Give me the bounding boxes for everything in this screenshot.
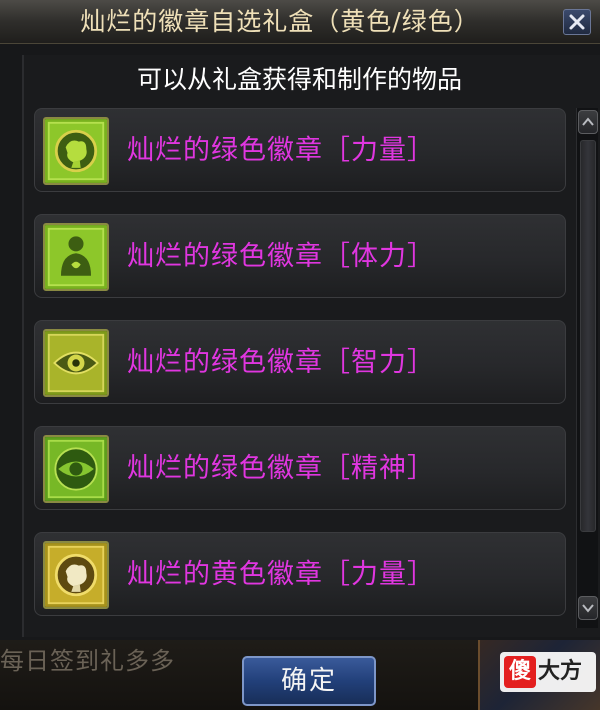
- close-button[interactable]: [563, 9, 591, 35]
- list-item[interactable]: 灿烂的黄色徽章［力量］: [34, 532, 566, 616]
- scroll-thumb[interactable]: [580, 140, 596, 532]
- window-titlebar[interactable]: 灿烂的徽章自选礼盒（黄色/绿色）: [0, 0, 600, 44]
- watermark-logo: 傻 大方: [500, 652, 596, 692]
- chevron-up-icon: [582, 117, 594, 126]
- scrollbar[interactable]: [576, 108, 598, 628]
- yellow-fist-icon: [43, 541, 109, 609]
- item-label: 灿烂的绿色徽章［智力］: [127, 347, 435, 378]
- list-item[interactable]: 灿烂的绿色徽章［精神］: [34, 426, 566, 510]
- background-signin-text: 每日签到礼多多: [0, 647, 175, 675]
- green-eye-icon: [43, 329, 109, 397]
- chevron-down-icon: [582, 604, 594, 613]
- green-fist-icon: [43, 117, 109, 185]
- item-label: 灿烂的黄色徽章［力量］: [127, 559, 435, 590]
- item-selection-window: 灿烂的徽章自选礼盒（黄色/绿色） 可以从礼盒获得和制作的物品 灿烂的绿色徽章［力…: [0, 0, 600, 640]
- watermark-text: 大方: [538, 659, 583, 684]
- scroll-down-button[interactable]: [578, 596, 598, 620]
- green-body-icon: [43, 223, 109, 291]
- list-item[interactable]: 灿烂的绿色徽章［体力］: [34, 214, 566, 298]
- list-item[interactable]: 灿烂的绿色徽章［力量］: [34, 108, 566, 192]
- window-title: 灿烂的徽章自选礼盒（黄色/绿色）: [80, 7, 480, 36]
- list-item[interactable]: 灿烂的绿色徽章［智力］: [34, 320, 566, 404]
- close-icon: [569, 14, 585, 30]
- item-label: 灿烂的绿色徽章［精神］: [127, 453, 435, 484]
- item-label: 灿烂的绿色徽章［力量］: [127, 135, 435, 166]
- watermark-glyph: 傻: [504, 656, 536, 688]
- panel-header: 可以从礼盒获得和制作的物品: [136, 65, 462, 94]
- green-spirit-eye-icon: [43, 435, 109, 503]
- confirm-button[interactable]: 确定: [242, 656, 376, 706]
- item-label: 灿烂的绿色徽章［体力］: [127, 241, 435, 272]
- scroll-up-button[interactable]: [578, 110, 598, 134]
